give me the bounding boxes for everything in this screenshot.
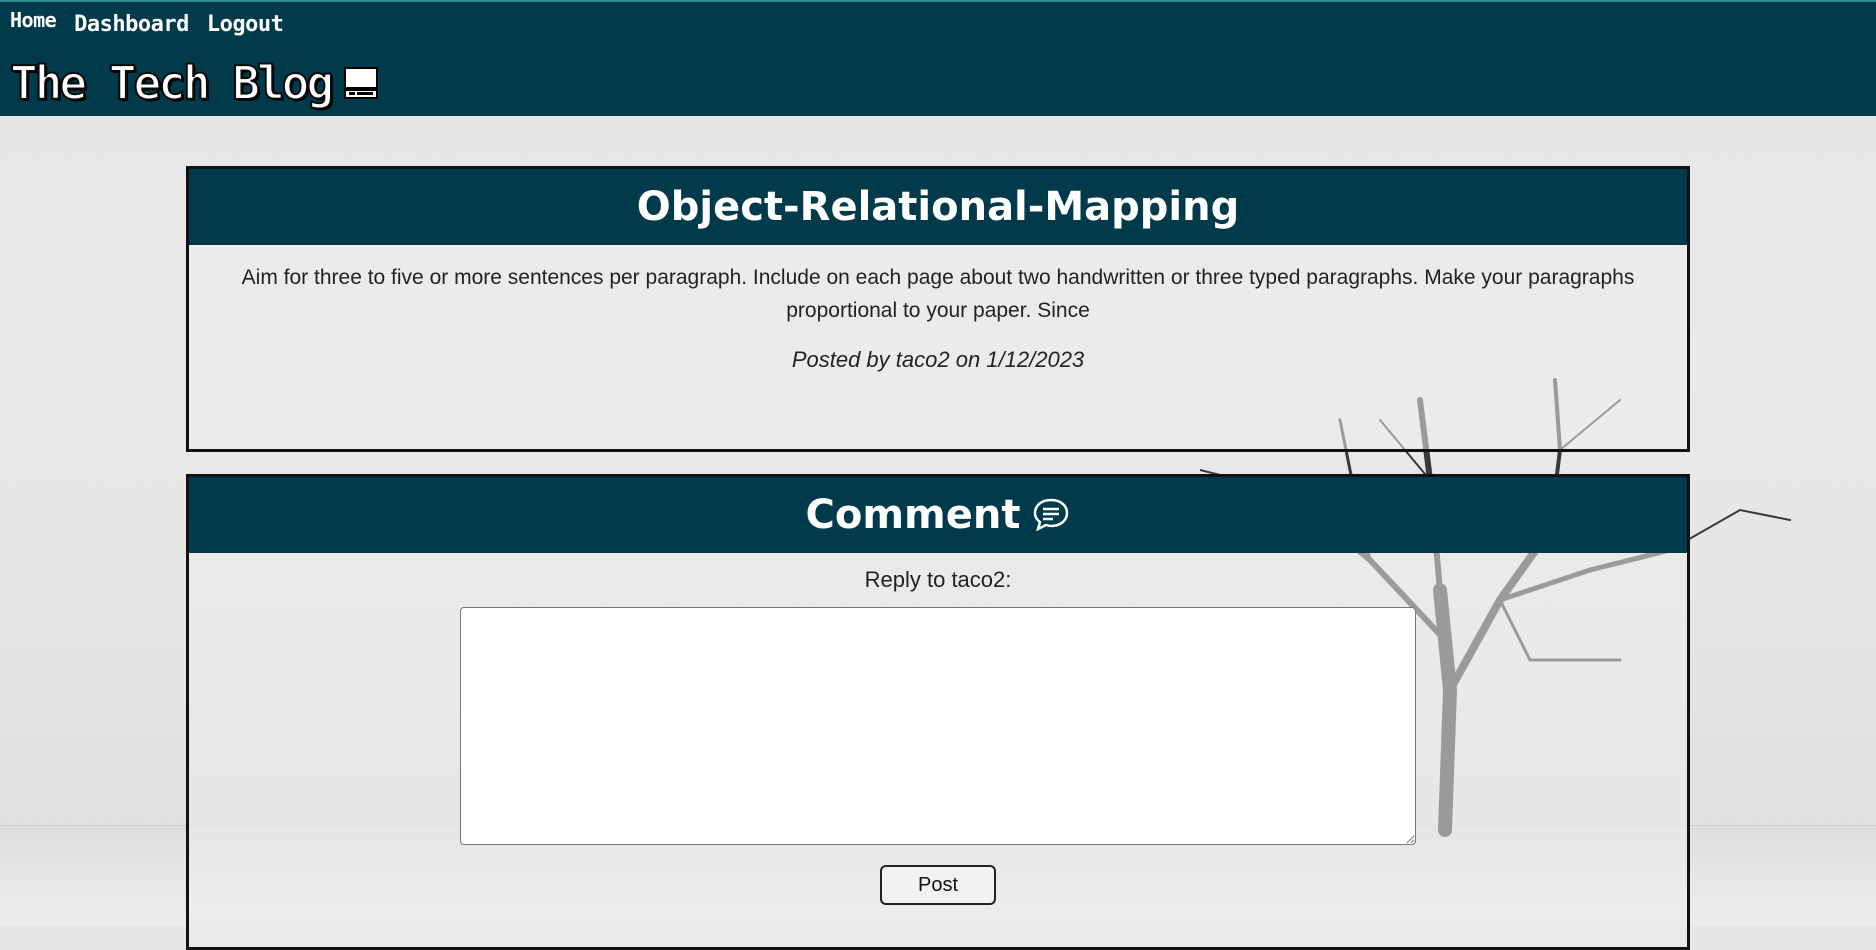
post-meta: Posted by taco2 on 1/12/2023 — [791, 347, 1085, 372]
reply-label: Reply to taco2: — [864, 567, 1012, 592]
post-card: Object-Relational-Mapping Aim for three … — [186, 166, 1690, 452]
comment-card: Comment Reply to taco2: Post — [186, 474, 1690, 950]
comment-header: Comment — [189, 477, 1687, 553]
main-nav: Home Dashboard Logout — [10, 8, 284, 37]
site-logo: The Tech Blog — [9, 55, 379, 111]
nav-home-link[interactable]: Home — [10, 8, 57, 37]
speech-bubble-icon — [1034, 498, 1069, 532]
comment-textarea[interactable] — [460, 607, 1416, 845]
post-title: Object-Relational-Mapping — [189, 169, 1687, 245]
nav-logout-link[interactable]: Logout — [207, 12, 284, 37]
nav-dashboard-link[interactable]: Dashboard — [74, 12, 189, 37]
post-comment-button[interactable]: Post — [880, 865, 996, 905]
computer-icon — [344, 67, 379, 99]
site-header: Home Dashboard Logout The Tech Blog — [0, 0, 1876, 116]
comment-title: Comment — [805, 492, 1021, 538]
site-title: The Tech Blog — [9, 55, 335, 111]
post-content: Aim for three to five or more sentences … — [241, 266, 1635, 322]
